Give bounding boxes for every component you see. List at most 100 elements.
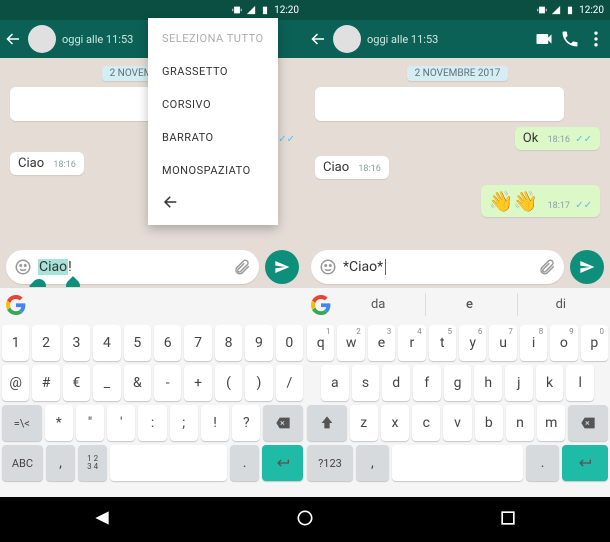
video-call-icon[interactable] <box>534 29 554 49</box>
key-hash[interactable]: # <box>32 365 59 401</box>
key-squote[interactable]: ' <box>107 405 135 441</box>
key-euro[interactable]: € <box>63 365 90 401</box>
menu-italic[interactable]: CORSIVO <box>148 88 278 121</box>
key-underscore[interactable]: _ <box>93 365 120 401</box>
emoji-icon[interactable] <box>319 258 337 276</box>
key-7[interactable]: 7 <box>184 325 211 361</box>
key-3[interactable]: 3 <box>63 325 90 361</box>
avatar[interactable] <box>333 25 361 53</box>
key-question[interactable]: ? <box>232 405 260 441</box>
key-q[interactable]: q1 <box>307 325 334 361</box>
key-star[interactable]: * <box>45 405 73 441</box>
suggestion[interactable]: di <box>517 293 604 316</box>
incoming-bubble[interactable]: Ciao 18:16 <box>315 156 389 179</box>
outgoing-bubble[interactable]: Ok 18:16 ✓✓ <box>515 127 600 150</box>
google-icon[interactable] <box>6 295 26 315</box>
message-input[interactable]: Ciao! <box>38 259 227 275</box>
key-b[interactable]: b <box>475 405 503 441</box>
key-backspace[interactable] <box>568 405 608 441</box>
message-input[interactable]: *Ciao* <box>343 259 532 275</box>
key-8[interactable]: 8 <box>215 325 242 361</box>
key-space[interactable] <box>110 445 227 481</box>
attach-icon[interactable] <box>233 258 251 276</box>
key-rparen[interactable]: ) <box>245 365 272 401</box>
back-icon[interactable] <box>309 30 327 48</box>
incoming-bubble[interactable]: Ciao 18:16 <box>10 152 84 175</box>
menu-monospace[interactable]: MONOSPAZIATO <box>148 154 278 187</box>
key-n[interactable]: n <box>506 405 534 441</box>
key-y[interactable]: y6 <box>459 325 486 361</box>
attach-icon[interactable] <box>538 258 556 276</box>
key-comma[interactable]: , <box>356 445 389 481</box>
key-slash[interactable]: / <box>276 365 303 401</box>
nav-back[interactable] <box>92 508 112 532</box>
google-icon[interactable] <box>311 295 331 315</box>
message-input-box[interactable]: *Ciao* <box>311 250 564 284</box>
emoji-icon[interactable] <box>14 258 32 276</box>
key-shift[interactable] <box>307 405 347 441</box>
key-t[interactable]: t5 <box>429 325 456 361</box>
key-amp[interactable]: & <box>124 365 151 401</box>
voice-call-icon[interactable] <box>560 29 580 49</box>
key-u[interactable]: u7 <box>489 325 516 361</box>
key-5[interactable]: 5 <box>124 325 151 361</box>
key-9[interactable]: 9 <box>245 325 272 361</box>
key-g[interactable]: g <box>444 365 472 401</box>
key-k[interactable]: k <box>536 365 564 401</box>
key-more-symbols[interactable]: =\< <box>2 405 42 441</box>
key-enter[interactable] <box>262 445 303 481</box>
nav-recent[interactable] <box>498 508 518 532</box>
key-comma[interactable]: , <box>46 445 75 481</box>
more-icon[interactable] <box>586 29 606 49</box>
key-lparen[interactable]: ( <box>215 365 242 401</box>
incoming-bubble[interactable] <box>315 87 564 121</box>
key-mode-symbols[interactable]: ?123 <box>307 445 353 481</box>
key-semicolon[interactable]: ; <box>170 405 198 441</box>
send-button[interactable] <box>265 250 299 284</box>
menu-strikethrough[interactable]: BARRATO <box>148 121 278 154</box>
key-dquote[interactable]: " <box>76 405 104 441</box>
key-d[interactable]: d <box>382 365 410 401</box>
key-x[interactable]: x <box>381 405 409 441</box>
key-p[interactable]: p0 <box>581 325 608 361</box>
outgoing-bubble[interactable]: 👋👋 18:17 ✓✓ <box>481 185 600 217</box>
suggestion[interactable]: da <box>335 293 421 316</box>
key-at[interactable]: @ <box>2 365 29 401</box>
key-r[interactable]: r4 <box>398 325 425 361</box>
key-4[interactable]: 4 <box>93 325 120 361</box>
key-plus[interactable]: + <box>184 365 211 401</box>
key-enter[interactable] <box>562 445 608 481</box>
suggestion[interactable]: e <box>425 293 512 316</box>
key-dot[interactable]: . <box>230 445 259 481</box>
key-colon[interactable]: : <box>138 405 166 441</box>
key-l[interactable]: l <box>566 365 594 401</box>
key-e[interactable]: e3 <box>368 325 395 361</box>
key-s[interactable]: s <box>352 365 380 401</box>
key-mode-abc[interactable]: ABC <box>2 445 43 481</box>
menu-bold[interactable]: GRASSETTO <box>148 55 278 88</box>
key-a[interactable]: a <box>321 365 349 401</box>
key-bang[interactable]: ! <box>201 405 229 441</box>
key-dot[interactable]: . <box>526 445 559 481</box>
key-0[interactable]: 0 <box>276 325 303 361</box>
key-2[interactable]: 2 <box>32 325 59 361</box>
back-icon[interactable] <box>4 30 22 48</box>
key-w[interactable]: w2 <box>337 325 364 361</box>
nav-home[interactable] <box>295 508 315 532</box>
send-button[interactable] <box>570 250 604 284</box>
key-c[interactable]: c <box>412 405 440 441</box>
key-6[interactable]: 6 <box>154 325 181 361</box>
message-input-box[interactable]: Ciao! <box>6 250 259 284</box>
menu-select-all[interactable]: SELEZIONA TUTTO <box>148 22 278 55</box>
key-j[interactable]: j <box>505 365 533 401</box>
key-z[interactable]: z <box>350 405 378 441</box>
key-backspace[interactable] <box>263 405 303 441</box>
key-space[interactable] <box>392 445 523 481</box>
key-1[interactable]: 1 <box>2 325 29 361</box>
menu-back-icon[interactable] <box>148 187 278 221</box>
key-o[interactable]: o9 <box>550 325 577 361</box>
key-numpad[interactable]: 1 23 4 <box>78 445 107 481</box>
key-i[interactable]: i8 <box>520 325 547 361</box>
key-v[interactable]: v <box>443 405 471 441</box>
key-minus[interactable]: - <box>154 365 181 401</box>
